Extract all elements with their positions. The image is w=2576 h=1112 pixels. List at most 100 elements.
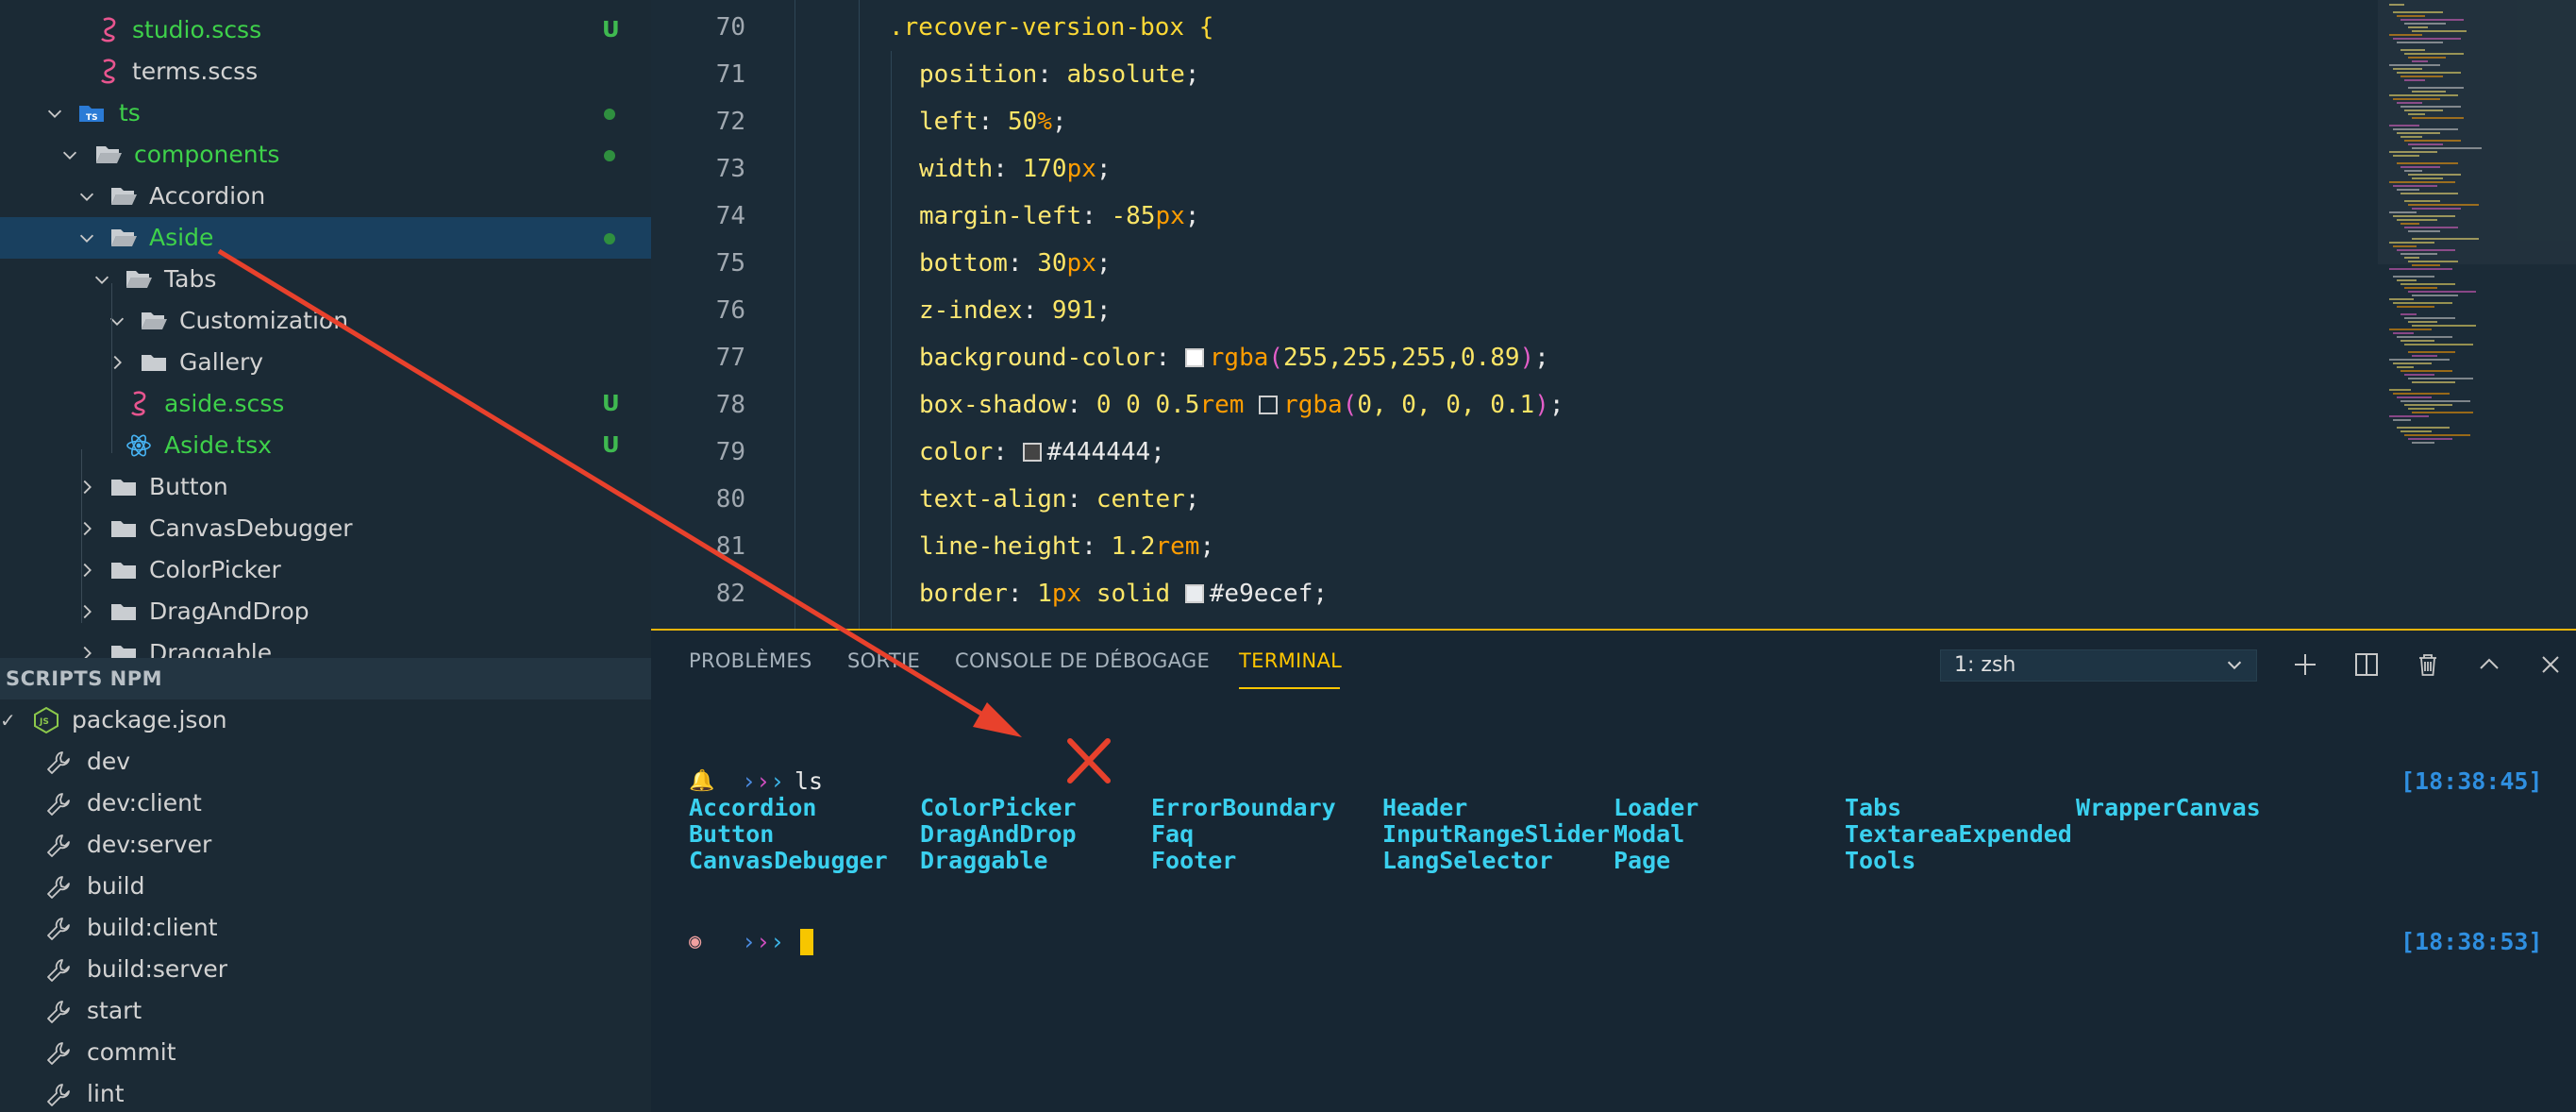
minimap[interactable] — [2378, 0, 2576, 629]
chevron-right-icon[interactable] — [104, 342, 130, 383]
tree-item[interactable]: CanvasDebugger — [0, 508, 651, 549]
tree-item[interactable]: Customization — [0, 300, 651, 342]
code-line[interactable]: 72 left: 50%; — [651, 98, 2368, 145]
chevron-down-icon[interactable]: ✓ — [0, 699, 16, 741]
npm-script-item[interactable]: dev — [0, 741, 651, 783]
code-line[interactable]: 73 width: 170px; — [651, 145, 2368, 193]
code-line[interactable]: 75 bottom: 30px; — [651, 240, 2368, 287]
line-number: 79 — [715, 438, 745, 466]
line-number: 78 — [715, 391, 745, 419]
tree-item-label: Gallery — [179, 348, 264, 376]
npm-scripts-header[interactable]: SCRIPTS NPM — [0, 658, 651, 699]
new-terminal-button[interactable] — [2290, 649, 2320, 680]
code-line[interactable]: 82 border: 1px solid #e9ecef; — [651, 570, 2368, 617]
tree-item[interactable]: terms.scss — [0, 51, 651, 93]
chevron-down-icon[interactable] — [42, 93, 68, 134]
code-line[interactable]: 74 margin-left: -85px; — [651, 193, 2368, 240]
folder-open-icon — [111, 188, 137, 205]
code-line[interactable]: 78 box-shadow: 0 0 0.5rem rgba(0, 0, 0, 0… — [651, 381, 2368, 429]
code-line[interactable]: 79 color: #444444; — [651, 429, 2368, 476]
code-text: position: absolute; — [919, 60, 1200, 89]
tree-item[interactable]: ColorPicker — [0, 549, 651, 591]
npm-script-label: build — [87, 872, 145, 900]
line-number: 72 — [715, 108, 745, 136]
tree-item[interactable]: Aside.tsx U — [0, 425, 651, 466]
minimap-line — [2400, 283, 2455, 285]
react-icon — [126, 434, 151, 457]
npm-script-label: dev:server — [87, 831, 212, 858]
npm-script-item[interactable]: build:server — [0, 949, 651, 990]
code-line[interactable]: 71 position: absolute; — [651, 51, 2368, 98]
minimap-line — [2404, 287, 2437, 289]
terminal-file-entry: TextareaExpended — [1845, 820, 2072, 848]
timestamp: [18:38:53] — [2400, 928, 2543, 955]
npm-script-item[interactable]: dev:client — [0, 783, 651, 824]
chevron-down-icon[interactable] — [57, 134, 83, 176]
plus-icon — [2295, 654, 2316, 675]
folder-open-icon — [96, 146, 122, 163]
wrench-icon — [47, 918, 70, 940]
chevron-right-icon[interactable] — [74, 549, 100, 591]
split-terminal-button[interactable] — [2351, 649, 2382, 680]
tree-item[interactable]: Gallery — [0, 342, 651, 383]
folder-open-icon — [126, 271, 152, 288]
terminal-select[interactable]: 1: zsh — [1940, 649, 2257, 682]
svg-text:TS: TS — [86, 113, 98, 123]
terminal-file-entry: ColorPicker — [920, 794, 1077, 821]
color-swatch[interactable] — [1184, 348, 1204, 367]
minimap-line — [2397, 427, 2450, 429]
npm-script-item[interactable]: build — [0, 866, 651, 907]
minimap-line — [2404, 374, 2434, 376]
tree-item[interactable]: Tabs — [0, 259, 651, 300]
git-modified-dot — [604, 233, 615, 244]
tab-problems[interactable]: PROBLÈMES — [689, 649, 812, 672]
package-json-item[interactable]: ✓ JS package.json — [0, 699, 651, 741]
npm-script-item[interactable]: dev:server — [0, 824, 651, 866]
code-line[interactable]: 80 text-align: center; — [651, 476, 2368, 523]
chevron-down-icon[interactable] — [74, 217, 100, 259]
tree-item[interactable]: Accordion — [0, 176, 651, 217]
git-status-badge: U — [602, 18, 620, 42]
tree-item[interactable]: Button — [0, 466, 651, 508]
code-text: z-index: 991; — [919, 296, 1112, 325]
wrench-icon — [47, 834, 70, 857]
code-text: width: 170px; — [919, 155, 1112, 183]
color-swatch[interactable] — [1259, 396, 1279, 414]
tree-item[interactable]: DragAndDrop — [0, 591, 651, 632]
kill-terminal-button[interactable] — [2413, 649, 2443, 680]
maximize-panel-button[interactable] — [2474, 649, 2504, 680]
code-line[interactable]: 81 line-height: 1.2rem; — [651, 523, 2368, 570]
tree-item[interactable]: studio.scss U — [0, 9, 651, 51]
chevron-right-icon[interactable] — [74, 466, 100, 508]
chevron-down-icon[interactable] — [104, 300, 130, 342]
terminal-file-entry: Faq — [1151, 820, 1195, 848]
tab-debug-console[interactable]: CONSOLE DE DÉBOGAGE — [955, 649, 1210, 672]
tree-item[interactable]: Draggable — [0, 632, 651, 658]
chevron-down-icon[interactable] — [74, 176, 100, 217]
code-line[interactable]: 76 z-index: 991; — [651, 287, 2368, 334]
tree-item[interactable]: Aside — [0, 217, 651, 259]
minimap-slider[interactable] — [2378, 0, 2576, 264]
npm-script-item[interactable]: lint — [0, 1073, 651, 1112]
code-line[interactable]: 77 background-color: rgba(255,255,255,0.8… — [651, 334, 2368, 381]
npm-script-item[interactable]: build:client — [0, 907, 651, 949]
npm-script-item[interactable]: start — [0, 990, 651, 1032]
tree-item[interactable]: aside.scss U — [0, 383, 651, 425]
color-swatch[interactable] — [1184, 584, 1204, 603]
minimap-line — [2397, 396, 2432, 398]
code-line[interactable]: 70 .recover-version-box { — [651, 4, 2368, 51]
minimap-line — [2400, 400, 2470, 402]
tab-output[interactable]: SORTIE — [847, 649, 920, 672]
folder-icon — [111, 480, 136, 496]
chevron-right-icon[interactable] — [74, 508, 100, 549]
chevron-right-icon[interactable] — [74, 591, 100, 632]
npm-script-item[interactable]: commit — [0, 1032, 651, 1073]
tree-item[interactable]: components — [0, 134, 651, 176]
close-panel-button[interactable] — [2535, 649, 2566, 680]
code-editor[interactable]: 70 .recover-version-box {71 position: abso… — [651, 0, 2576, 629]
minimap-line — [2404, 434, 2470, 436]
tab-terminal[interactable]: TERMINAL — [1239, 649, 1342, 672]
chevron-right-icon[interactable] — [74, 632, 100, 658]
color-swatch[interactable] — [1022, 443, 1042, 462]
tree-item[interactable]: TS ts — [0, 93, 651, 134]
